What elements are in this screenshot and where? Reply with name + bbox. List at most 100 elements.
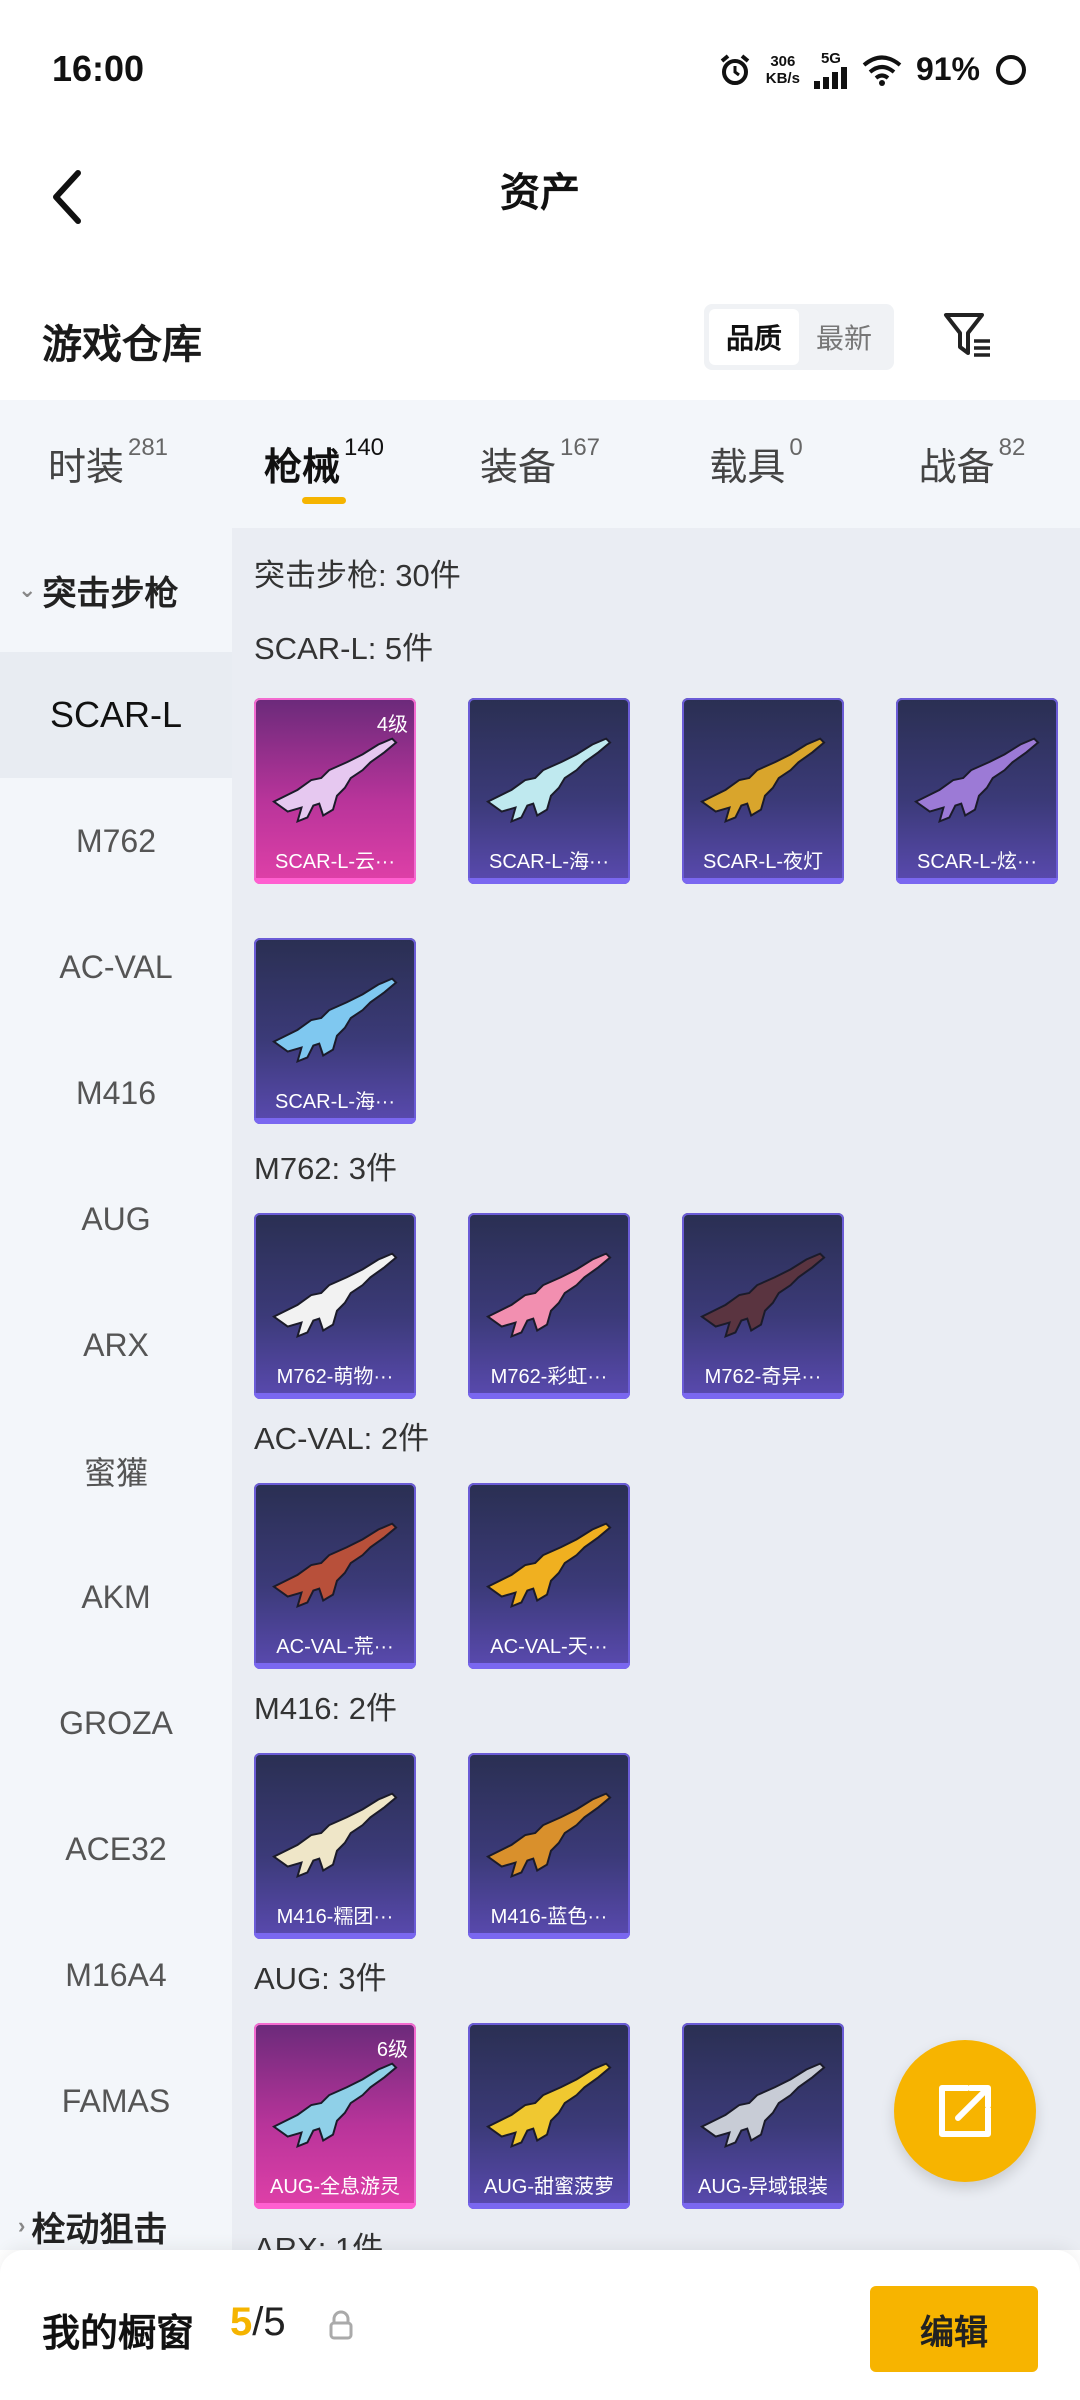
rarity-bar <box>468 1663 630 1669</box>
section-title: M762: 3件 <box>254 1151 398 1186</box>
rarity-bar <box>682 2203 844 2209</box>
sort-toggle: 品质 最新 <box>704 304 894 370</box>
sidebar-item-aug[interactable]: AUG <box>0 1156 232 1282</box>
weapon-card[interactable]: 6级 AUG-全息游灵 <box>254 2023 416 2209</box>
edit-button[interactable]: 编辑 <box>870 2286 1038 2372</box>
signal-bars-icon <box>813 67 847 89</box>
section-title: AC-VAL: 2件 <box>254 1421 430 1456</box>
battery-percent: 91% <box>915 51 980 87</box>
sidebar-group-bolt-action[interactable]: › 栓动狙击 <box>0 2164 232 2250</box>
rarity-bar <box>254 1393 416 1399</box>
sidebar-item-ace32[interactable]: ACE32 <box>0 1786 232 1912</box>
section-title: M416: 2件 <box>254 1691 398 1726</box>
tab-equipment[interactable]: 装备 167 <box>432 400 648 528</box>
page-title: 资产 <box>500 171 580 215</box>
warehouse-title: 游戏仓库 <box>42 323 202 367</box>
rarity-bar <box>468 1393 630 1399</box>
tab-firearms[interactable]: 枪械 140 <box>216 400 432 528</box>
tab-fashion[interactable]: 时装 281 <box>0 400 216 528</box>
rarity-bar <box>254 878 416 884</box>
weapon-card[interactable]: SCAR-L-夜灯 <box>682 698 844 884</box>
rifle-icon <box>272 2062 398 2149</box>
sidebar-item-scar-l[interactable]: SCAR-L <box>0 652 232 778</box>
rarity-bar <box>254 1118 416 1124</box>
weapon-name: M416-糯团··· <box>276 1906 394 1928</box>
sort-option-newest[interactable]: 最新 <box>799 309 889 365</box>
level-badge: 6级 <box>376 2039 408 2061</box>
weapon-card[interactable]: AC-VAL-荒··· <box>254 1483 416 1669</box>
weapon-card[interactable]: M762-萌物··· <box>254 1213 416 1399</box>
sidebar-item-ac-val[interactable]: AC-VAL <box>0 904 232 1030</box>
share-icon <box>939 2085 991 2137</box>
weapon-name: M762-奇异··· <box>704 1366 822 1388</box>
rarity-bar <box>682 1393 844 1399</box>
warehouse-header: 游戏仓库 品质 最新 <box>0 270 1080 400</box>
rifle-icon <box>700 1252 826 1339</box>
rarity-bar <box>254 2203 416 2209</box>
status-bar: 16:00 306 KB/s 5G 91% <box>0 0 1080 140</box>
wifi-icon <box>862 55 902 86</box>
category-tabs: 时装 281 枪械 140 装备 167 载具 0 战备 82 <box>0 400 1080 528</box>
rifle-icon <box>700 737 826 824</box>
weapon-card[interactable]: M416-蓝色··· <box>468 1753 630 1939</box>
rarity-bar <box>254 1663 416 1669</box>
filter-button[interactable] <box>938 300 998 370</box>
rifle-icon <box>272 1252 398 1339</box>
sidebar-item-akm[interactable]: AKM <box>0 1534 232 1660</box>
weapon-grid: 突击步枪: 30件 SCAR-L: 5件 4级 SCAR-L-云··· SCAR-L-… <box>232 528 1080 2250</box>
rifle-icon <box>486 737 612 824</box>
weapon-name: AUG-甜蜜菠萝 <box>484 2176 614 2198</box>
rifle-icon <box>486 1792 612 1879</box>
sidebar-item-m16a4[interactable]: M16A4 <box>0 1912 232 2038</box>
sidebar-item-arx[interactable]: ARX <box>0 1282 232 1408</box>
weapon-card[interactable]: M416-糯团··· <box>254 1753 416 1939</box>
showcase-count: 5/5 <box>230 2300 286 2344</box>
lock-icon <box>329 2310 353 2340</box>
rifle-icon <box>272 977 398 1064</box>
weapon-card[interactable]: AUG-甜蜜菠萝 <box>468 2023 630 2209</box>
weapon-name: AC-VAL-天··· <box>490 1636 608 1658</box>
chevron-down-icon: ⌄ <box>18 577 37 602</box>
tab-supplies[interactable]: 战备 82 <box>864 400 1080 528</box>
filter-icon <box>944 313 990 357</box>
weapon-card[interactable]: M762-奇异··· <box>682 1213 844 1399</box>
weapon-card[interactable]: SCAR-L-海··· <box>254 938 416 1124</box>
rifle-icon <box>914 737 1040 824</box>
category-summary: 突击步枪: 30件 <box>254 558 461 593</box>
rarity-bar <box>468 2203 630 2209</box>
sidebar-item-honey-badger[interactable]: 蜜獾 <box>0 1408 232 1534</box>
sidebar-item-groza[interactable]: GROZA <box>0 1660 232 1786</box>
chevron-right-icon: › <box>18 2213 26 2238</box>
top-nav-bar: 资产 <box>0 140 1080 270</box>
alarm-icon <box>720 53 750 85</box>
sidebar-item-m762[interactable]: M762 <box>0 778 232 904</box>
weapon-card[interactable]: AUG-异域银装 <box>682 2023 844 2209</box>
level-badge: 4级 <box>376 714 408 736</box>
status-icons: 306 KB/s 5G 91% <box>718 50 1028 89</box>
showcase-title: 我的橱窗 <box>42 2313 195 2355</box>
weapon-card[interactable]: M762-彩虹··· <box>468 1213 630 1399</box>
weapon-name: AC-VAL-荒··· <box>276 1636 394 1658</box>
rifle-icon <box>272 1522 398 1609</box>
weapon-name: SCAR-L-夜灯 <box>702 851 823 873</box>
showcase-bar: 我的橱窗 5/5 编辑 <box>0 2250 1080 2400</box>
weapon-name: SCAR-L-海··· <box>489 851 609 873</box>
rifle-icon <box>486 1522 612 1609</box>
sidebar-item-m416[interactable]: M416 <box>0 1030 232 1156</box>
sort-option-quality[interactable]: 品质 <box>709 309 799 365</box>
rarity-bar <box>254 1933 416 1939</box>
weapon-card[interactable]: SCAR-L-海··· <box>468 698 630 884</box>
share-button[interactable] <box>894 2040 1036 2182</box>
rarity-bar <box>468 1933 630 1939</box>
rifle-icon <box>486 1252 612 1339</box>
weapon-card[interactable]: SCAR-L-炫··· <box>896 698 1058 884</box>
battery-icon <box>996 54 1026 85</box>
section-title: AUG: 3件 <box>254 1961 387 1996</box>
sidebar-group-assault-rifles[interactable]: ⌄ 突击步枪 <box>0 528 232 652</box>
weapon-card[interactable]: AC-VAL-天··· <box>468 1483 630 1669</box>
sidebar-item-famas[interactable]: FAMAS <box>0 2038 232 2164</box>
tab-vehicles[interactable]: 载具 0 <box>648 400 864 528</box>
weapon-card[interactable]: 4级 SCAR-L-云··· <box>254 698 416 884</box>
section-title: SCAR-L: 5件 <box>254 631 434 666</box>
weapon-name: M762-萌物··· <box>276 1366 394 1388</box>
